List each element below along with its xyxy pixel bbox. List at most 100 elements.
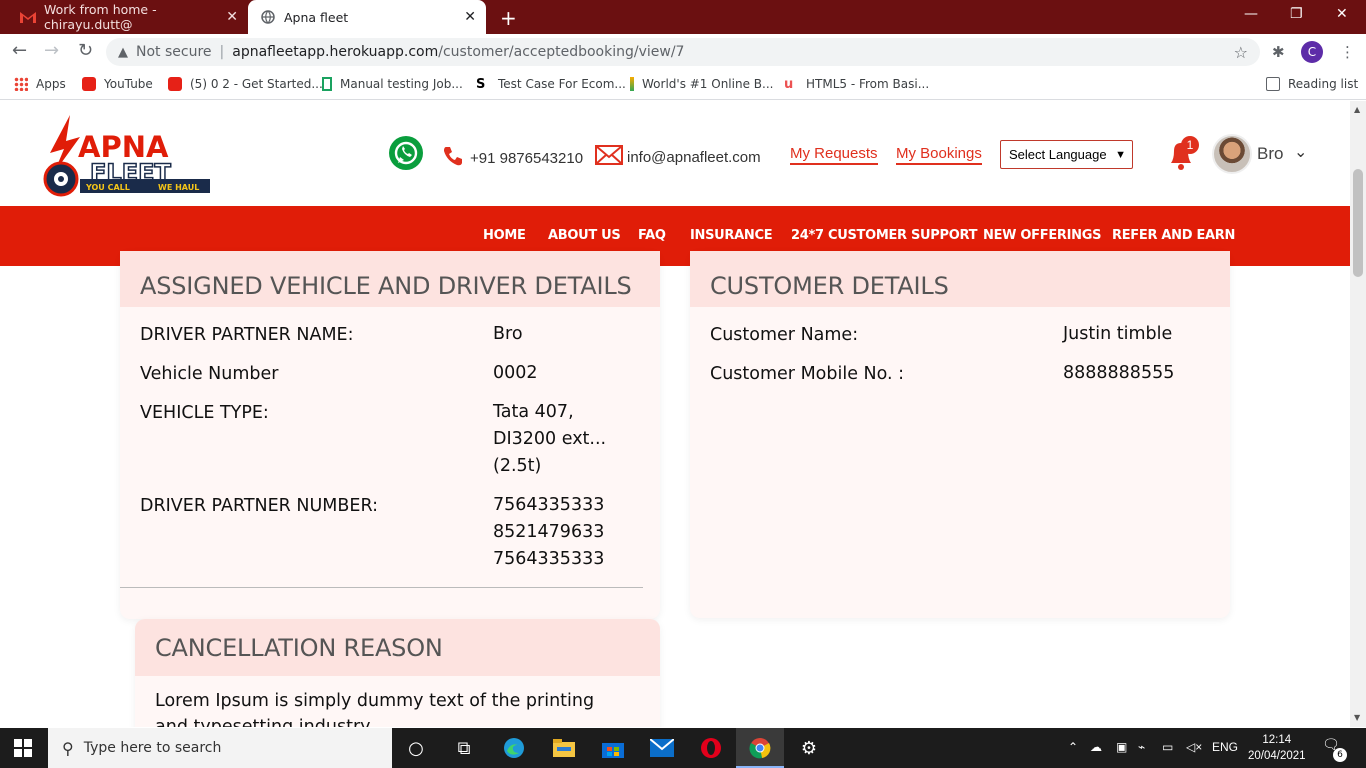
nav-faq[interactable]: FAQ [638,228,666,243]
page-viewport: APNA FLEET YOU CALL WE HAUL +91 98765432… [0,101,1350,727]
url-path[interactable]: /customer/acceptedbooking/view/7 [438,44,684,60]
globe-icon [260,9,276,25]
bookmark-manual-testing[interactable]: Manual testing Job... [322,77,463,91]
maximize-button[interactable]: ❐ [1290,6,1303,22]
vehicle-driver-card: ASSIGNED VEHICLE AND DRIVER DETAILS DRIV… [120,251,660,619]
language-select[interactable]: Select Language ▼ [1000,140,1133,169]
bookmark-worlds-1[interactable]: World's #1 Online B... [630,77,773,91]
chevron-down-icon: ▼ [1115,148,1126,161]
close-tab-icon[interactable]: ✕ [226,9,238,25]
nav-customer-support[interactable]: 24*7 CUSTOMER SUPPORT [791,228,978,243]
file-explorer-icon[interactable] [551,736,577,760]
card-divider [120,587,643,588]
vehicle-card-title: ASSIGNED VEHICLE AND DRIVER DETAILS [120,251,660,307]
driver-number-label: DRIVER PARTNER NUMBER: [140,496,378,516]
scroll-thumb[interactable] [1353,169,1363,277]
url-host[interactable]: apnafleetapp.herokuapp.com [232,44,438,60]
cancellation-card-title: CANCELLATION REASON [135,619,660,676]
bookmark-youtube[interactable]: YouTube [82,77,153,91]
nav-about-us[interactable]: ABOUT US [548,228,621,243]
my-requests-link[interactable]: My Requests [790,145,878,165]
logo-tagline-right: WE HAUL [158,183,199,192]
bookmark-get-started[interactable]: (5) 0 2 - Get Started... [168,77,323,91]
driver-number-value: 7564335333 8521479633 7564335333 [493,495,605,569]
volume-muted-icon[interactable]: ◁× [1186,740,1202,754]
onedrive-cloud-icon[interactable]: ☁ [1090,740,1102,754]
opera-icon[interactable] [698,736,724,760]
browser-tab-gmail[interactable]: Work from home - chirayu.dutt@ ✕ [8,0,248,34]
bookmark-test-case[interactable]: S Test Case For Ecom... [476,77,626,92]
bookmark-html5[interactable]: u HTML5 - From Basi... [784,77,929,92]
close-window-button[interactable]: ✕ [1336,6,1348,22]
scroll-up-icon[interactable]: ▲ [1354,105,1360,114]
phone-icon [442,145,464,171]
taskbar-search[interactable]: ⚲ Type here to search [48,728,392,768]
nav-new-offerings[interactable]: NEW OFFERINGS [983,228,1101,243]
edge-icon[interactable] [501,736,527,760]
browser-toolbar: ← → ↻ ▲ Not secure | apnafleetapp.heroku… [0,34,1366,70]
store-icon[interactable] [600,736,626,760]
user-avatar[interactable] [1212,134,1252,174]
windows-start-icon[interactable] [14,739,32,757]
tab-title: Work from home - chirayu.dutt@ [44,2,157,32]
minimize-button[interactable]: — [1244,6,1258,22]
action-center-badge: 6 [1333,748,1347,762]
customer-name-label: Customer Name: [710,325,859,345]
whatsapp-icon[interactable] [388,135,424,171]
tray-app-icon[interactable]: ▣ [1116,740,1127,754]
bars-icon [630,77,634,91]
reload-icon[interactable]: ↻ [78,40,93,61]
taskbar-clock[interactable]: 12:14 20/04/2021 [1248,732,1306,764]
back-arrow-icon[interactable]: ← [12,40,27,61]
scroll-down-icon[interactable]: ▼ [1354,713,1360,722]
windows-taskbar: ⚲ Type here to search ○ ⧉ ⚙ ⌃ ☁ ▣ ⌁ ▭ ◁×… [0,728,1366,768]
driver-name-value: Bro [493,324,523,344]
notification-badge: 1 [1181,136,1199,154]
chevron-down-icon[interactable]: ⌄ [1294,142,1307,161]
header-email[interactable]: info@apnafleet.com [595,145,761,169]
reading-list[interactable]: Reading list [1266,77,1358,91]
gmail-icon [20,9,36,25]
input-language[interactable]: ENG [1212,740,1238,754]
search-icon: ⚲ [62,738,74,758]
vehicle-type-label: VEHICLE TYPE: [140,403,269,423]
security-label[interactable]: Not secure [136,44,212,60]
bookmark-apps[interactable]: Apps [14,77,66,91]
cancellation-reason-text: Lorem Ipsum is simply dummy text of the … [155,691,595,727]
bookmark-star-icon[interactable]: ☆ [1234,43,1248,62]
tray-chevron-up-icon[interactable]: ⌃ [1068,740,1078,754]
close-tab-icon[interactable]: ✕ [464,9,476,25]
address-bar[interactable]: ▲ Not secure | apnafleetapp.herokuapp.co… [106,38,1260,66]
task-view-icon[interactable]: ⧉ [451,736,477,760]
youtube-icon [168,77,182,91]
new-tab-button[interactable]: + [500,6,517,30]
nav-home[interactable]: HOME [483,228,526,243]
vehicle-number-label: Vehicle Number [140,364,279,384]
settings-gear-icon[interactable]: ⚙ [796,736,822,760]
nav-insurance[interactable]: INSURANCE [690,228,773,243]
user-name[interactable]: Bro [1257,144,1283,164]
my-bookings-link[interactable]: My Bookings [896,145,982,165]
phone-number: +91 9876543210 [470,149,584,167]
browser-tab-apna-fleet[interactable]: Apna fleet ✕ [248,0,486,34]
profile-avatar[interactable]: C [1301,41,1323,63]
cortana-icon[interactable]: ○ [403,736,429,760]
apna-fleet-logo[interactable]: APNA FLEET YOU CALL WE HAUL [40,113,212,197]
battery-icon[interactable]: ▭ [1162,740,1173,754]
mail-icon [595,145,623,169]
driver-name-label: DRIVER PARTNER NAME: [140,325,354,345]
cancellation-card: CANCELLATION REASON Lorem Ipsum is simpl… [135,619,660,727]
nav-refer-and-earn[interactable]: REFER AND EARN [1112,228,1235,243]
vehicle-type-value: Tata 407, DI3200 ext... (2.5t) [493,402,607,476]
forward-arrow-icon[interactable]: → [44,40,59,61]
warning-triangle-icon[interactable]: ▲ [118,45,128,60]
header-phone[interactable]: +91 9876543210 [442,145,583,171]
network-icon[interactable]: ⌁ [1138,740,1145,754]
mail-app-icon[interactable] [649,736,675,760]
page-scrollbar[interactable]: ▲ ▼ [1350,101,1366,727]
customer-name-value: Justin timble [1063,324,1173,344]
chrome-icon[interactable] [747,736,773,760]
extensions-puzzle-icon[interactable]: ✱ [1272,43,1285,61]
logo-tagline-left: YOU CALL [85,183,130,192]
browser-menu-icon[interactable]: ⋮ [1340,43,1355,61]
